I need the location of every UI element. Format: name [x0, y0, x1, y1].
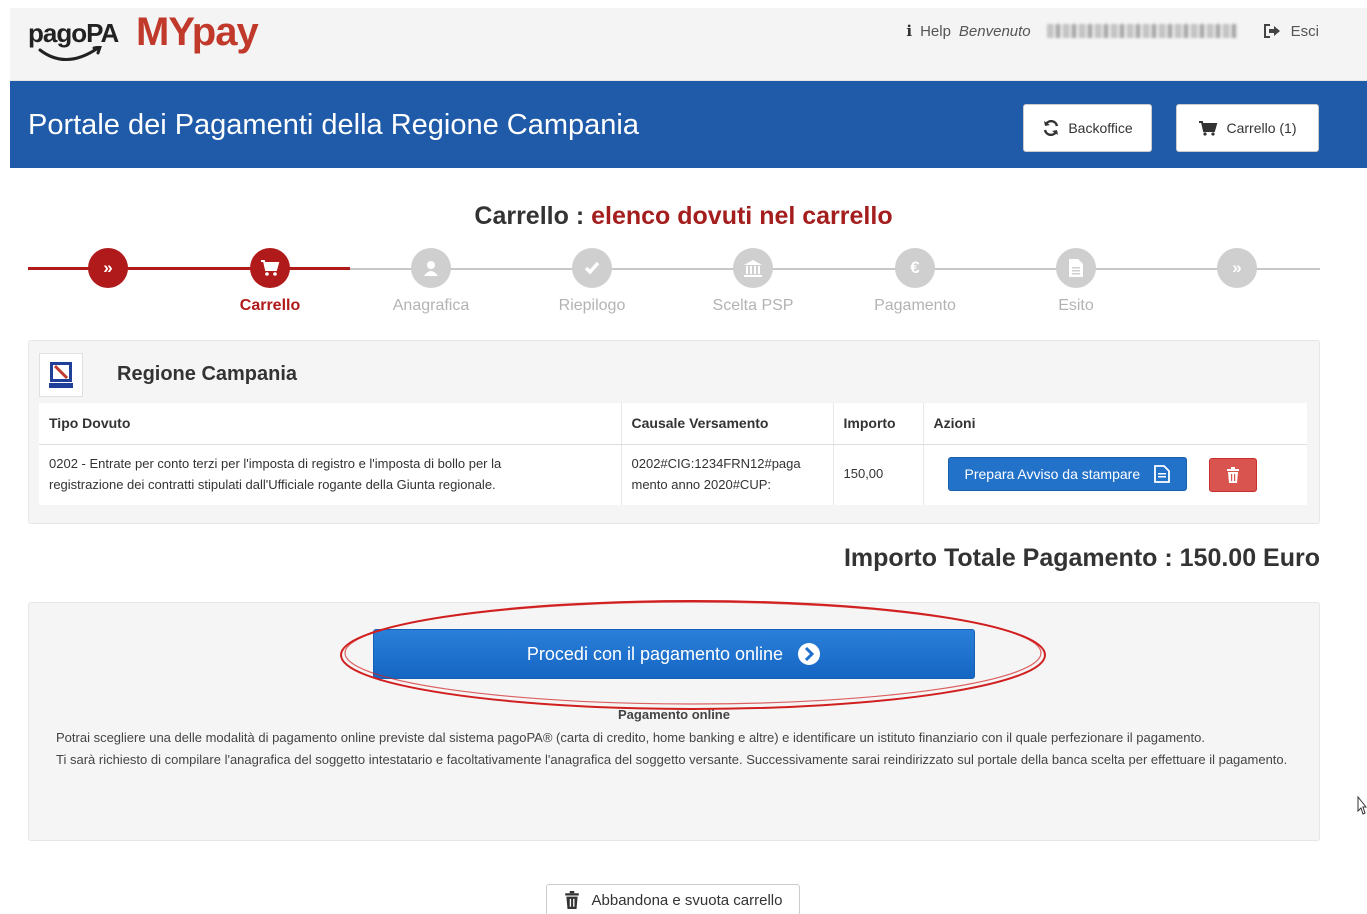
cart-icon: [250, 248, 290, 288]
chevron-right-circle-icon: [798, 643, 821, 665]
cart-icon: [1199, 121, 1218, 136]
abbandona-carrello-button[interactable]: Abbandona e svuota carrello: [546, 884, 800, 914]
regione-campania-logo-icon: [49, 362, 73, 388]
pagopa-logo-swoosh-icon: [38, 46, 102, 61]
mouse-cursor-icon: [1357, 796, 1367, 815]
step-scelta-psp: Scelta PSP: [693, 248, 813, 315]
causale-line: 0202#CIG:1234FRN12#paga: [631, 455, 801, 471]
welcome-label: Benvenuto: [958, 22, 1031, 40]
importo-totale: Importo Totale Pagamento : 150.00 Euro: [843, 544, 1320, 572]
double-chevron-icon: »: [1217, 248, 1257, 288]
column-header: Azioni: [923, 403, 1307, 445]
dovuti-table: Tipo Dovuto Causale Versamento Importo A…: [39, 403, 1307, 505]
importo-cell: 150,00: [833, 444, 924, 505]
pagopa-logo-text: pagoPA: [28, 18, 119, 48]
euro-icon: €: [895, 248, 935, 288]
step-pagamento: € Pagamento: [855, 248, 975, 315]
step-esito: Esito: [1016, 248, 1136, 315]
table-header-row: Tipo Dovuto Causale Versamento Importo A…: [39, 403, 1307, 445]
prepara-avviso-label: Prepara Avviso da stampare: [964, 465, 1141, 482]
logout-label: Esci: [1290, 22, 1319, 40]
backoffice-label: Backoffice: [1068, 120, 1133, 136]
tipo-dovuto-line: registrazione dei contratti stipulati da…: [49, 476, 496, 492]
cart-button[interactable]: Carrello (1): [1176, 104, 1319, 152]
top-header: pagoPA MYpay i Help Benvenuto Esci: [10, 8, 1367, 81]
ente-panel: Regione Campania Tipo Dovuto Causale Ver…: [28, 340, 1320, 524]
proceed-panel: Procedi con il pagamento online Pagament…: [28, 602, 1320, 841]
tipo-dovuto-cell: 0202 - Entrate per conto terzi per l'imp…: [39, 444, 622, 505]
azioni-cell: Prepara Avviso da stampare: [923, 444, 1307, 505]
page-title-main: Carrello :: [474, 202, 585, 230]
mypay-logo-my: MY: [136, 10, 193, 54]
description-line: Ti sarà richiesto di compilare l'anagraf…: [56, 752, 1288, 767]
prepara-avviso-button[interactable]: Prepara Avviso da stampare: [947, 457, 1188, 492]
column-header: Causale Versamento: [621, 403, 834, 445]
step-carrello: Carrello: [210, 248, 330, 315]
document-icon: [1056, 248, 1096, 288]
causale-line: mento anno 2020#CUP:: [631, 476, 771, 492]
trash-icon: [1226, 467, 1239, 484]
step-anagrafica: Anagrafica: [371, 248, 491, 315]
ente-name: Regione Campania: [117, 363, 298, 385]
help-link[interactable]: Help: [920, 23, 951, 40]
procedi-pagamento-button[interactable]: Procedi con il pagamento online: [373, 629, 975, 679]
pagopa-logo[interactable]: pagoPA: [28, 18, 119, 61]
info-icon: i: [906, 22, 913, 40]
double-chevron-icon: »: [88, 248, 128, 288]
cart-label: Carrello (1): [1226, 120, 1297, 136]
abbandona-label: Abbandona e svuota carrello: [591, 891, 783, 909]
table-row: 0202 - Entrate per conto terzi per l'imp…: [39, 444, 1307, 505]
refresh-icon: [1044, 120, 1059, 136]
description-line: Potrai scegliere una delle modalità di p…: [56, 730, 1205, 745]
bank-icon: [733, 248, 773, 288]
pagamento-online-label: Pagamento online: [618, 707, 730, 722]
step-label: Riepilogo: [558, 297, 626, 314]
regione-campania-logo: [39, 353, 83, 397]
trash-icon: [564, 891, 579, 909]
tipo-dovuto-line: 0202 - Entrate per conto terzi per l'imp…: [49, 455, 502, 471]
user-bar: i Help Benvenuto Esci: [906, 22, 1319, 40]
delete-button[interactable]: [1208, 458, 1257, 493]
user-icon: [411, 248, 451, 288]
page-title-sub: elenco dovuti nel carrello: [591, 202, 893, 230]
step-riepilogo: Riepilogo: [532, 248, 652, 315]
step-label: Pagamento: [874, 297, 956, 314]
file-icon: [1154, 465, 1171, 483]
portal-header-bar: Portale dei Pagamenti della Regione Camp…: [10, 81, 1367, 168]
logout-link[interactable]: Esci: [1263, 23, 1319, 40]
step-end: »: [1177, 248, 1297, 288]
pagamento-online-description: Potrai scegliere una delle modalità di p…: [56, 727, 1296, 771]
logout-icon: [1263, 24, 1280, 38]
step-label: Scelta PSP: [712, 297, 794, 314]
backoffice-button[interactable]: Backoffice: [1023, 104, 1152, 152]
blurred-username: [1046, 24, 1237, 38]
progress-steps: » Carrello Anagrafica Riepilogo Scelta P…: [28, 248, 1320, 328]
step-label: Carrello: [239, 297, 301, 314]
step-label: Esito: [1058, 297, 1094, 314]
mypay-logo[interactable]: MYpay: [136, 10, 259, 55]
mypay-logo-pay: pay: [191, 10, 259, 54]
step-start: »: [48, 248, 168, 288]
portal-title: Portale dei Pagamenti della Regione Camp…: [28, 109, 639, 141]
causale-cell: 0202#CIG:1234FRN12#paga mento anno 2020#…: [621, 444, 834, 505]
column-header: Importo: [833, 403, 924, 445]
step-label: Anagrafica: [392, 297, 470, 314]
page: pagoPA MYpay i Help Benvenuto Esci Porta…: [0, 0, 1367, 914]
procedi-pagamento-label: Procedi con il pagamento online: [526, 643, 784, 664]
page-title: Carrello : elenco dovuti nel carrello: [0, 202, 1367, 231]
check-icon: [572, 248, 612, 288]
column-header: Tipo Dovuto: [39, 403, 622, 445]
